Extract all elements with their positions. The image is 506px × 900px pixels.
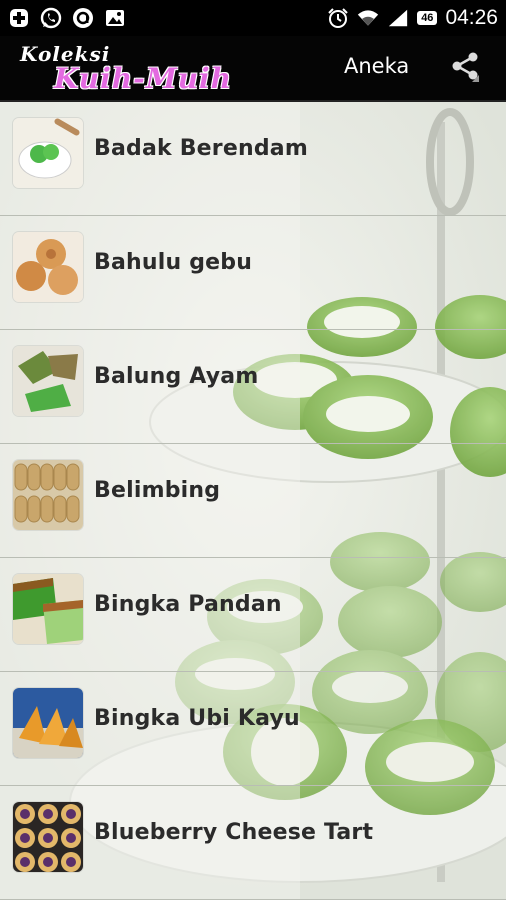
overflow-indicator xyxy=(472,75,479,82)
action-bar: Koleksi Kuih-Muih Aneka xyxy=(0,36,506,102)
thumbnail-belimbing xyxy=(13,460,83,530)
list-item[interactable]: Badak Berendam xyxy=(0,102,506,216)
plus-icon xyxy=(8,7,30,29)
whatsapp-icon xyxy=(40,7,62,29)
category-title[interactable]: Aneka xyxy=(344,54,416,78)
list-item-label: Belimbing xyxy=(94,478,221,503)
list-item[interactable]: Balung Ayam xyxy=(0,330,506,444)
list-item-label: Bingka Ubi Kayu xyxy=(94,706,300,731)
wifi-icon xyxy=(357,7,379,29)
alarm-icon xyxy=(327,7,349,29)
list-item-label: Blueberry Cheese Tart xyxy=(94,820,374,845)
thumbnail-blueberry-cheese-tart xyxy=(13,802,83,872)
thumbnail-bingka-ubi-kayu xyxy=(13,688,83,758)
list-item-label: Bahulu gebu xyxy=(94,250,253,275)
clock: 04:26 xyxy=(445,6,498,29)
messaging-app-icon xyxy=(72,7,94,29)
thumbnail-balung-ayam xyxy=(13,346,83,416)
list-item-label: Balung Ayam xyxy=(94,364,259,389)
thumbnail-badak-berendam xyxy=(13,118,83,188)
list-item[interactable]: Bingka Pandan xyxy=(0,558,506,672)
kuih-list: Badak Berendam Bahulu gebu Balung Ayam B… xyxy=(0,102,506,900)
list-item-label: Badak Berendam xyxy=(94,136,308,161)
thumbnail-bingka-pandan xyxy=(13,574,83,644)
status-bar: 46 04:26 xyxy=(0,0,506,36)
logo-text-bottom: Kuih-Muih xyxy=(54,62,233,95)
thumbnail-bahulu-gebu xyxy=(13,232,83,302)
list-item[interactable]: Bahulu gebu xyxy=(0,216,506,330)
list-item[interactable]: Bingka Ubi Kayu xyxy=(0,672,506,786)
app-logo[interactable]: Koleksi Kuih-Muih xyxy=(14,40,334,96)
list-item[interactable]: Blueberry Cheese Tart xyxy=(0,786,506,900)
list-item-label: Bingka Pandan xyxy=(94,592,282,617)
list-item[interactable]: Belimbing xyxy=(0,444,506,558)
battery-indicator: 46 xyxy=(417,11,438,25)
share-button[interactable] xyxy=(445,48,485,88)
signal-icon xyxy=(387,7,409,29)
image-icon xyxy=(104,7,126,29)
